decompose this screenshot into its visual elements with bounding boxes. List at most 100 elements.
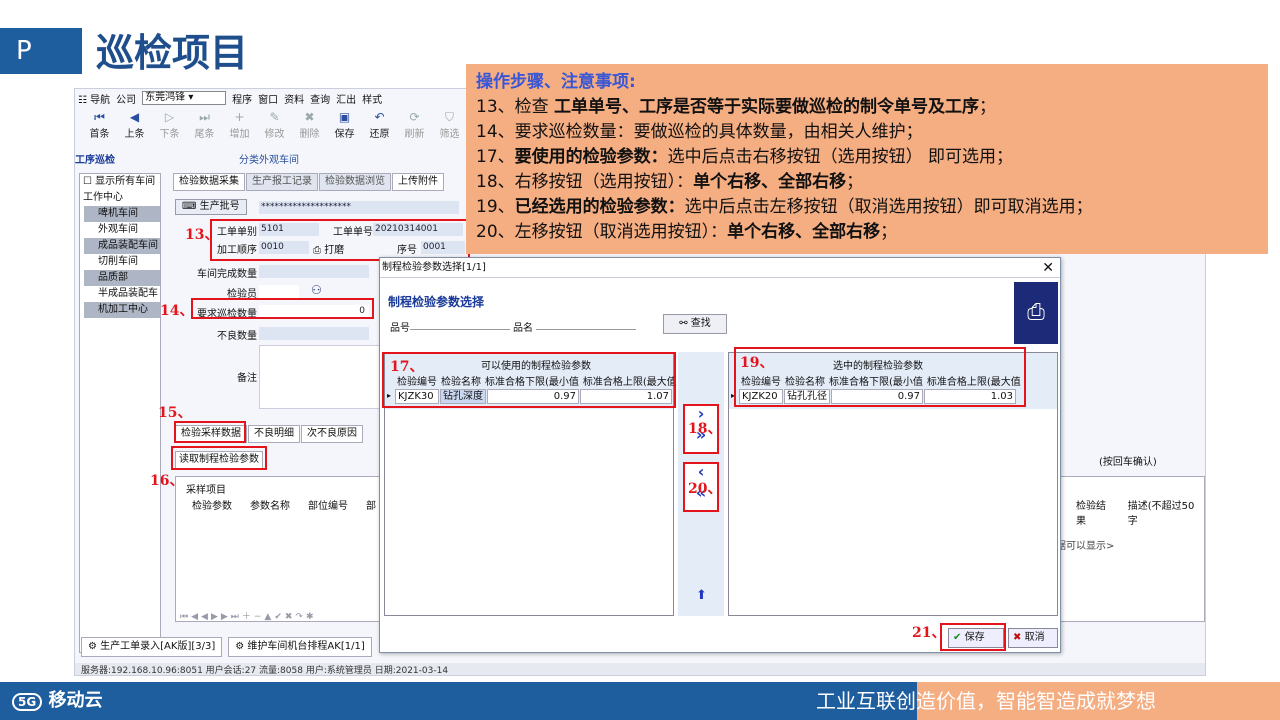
highlight-available [382, 352, 676, 408]
tab-upload-attachment[interactable]: 上传附件 [392, 173, 444, 191]
user-lookup-icon[interactable]: ⚇ [311, 283, 322, 297]
instruction-line: 14、要求巡检数量：要做巡检的具体数量，由相关人维护； [476, 122, 923, 142]
nav-menu[interactable]: ☷ 导航 [78, 91, 110, 106]
add-icon: + [234, 110, 245, 124]
marker-19: 19、 [740, 355, 774, 371]
cancel-dialog-button[interactable]: ✖ 取消 [1008, 628, 1058, 648]
column-header: 参数名称 [250, 501, 290, 512]
first-icon: ⏮ [94, 110, 105, 124]
next-icon: ▷ [164, 110, 175, 124]
search-button[interactable]: ⚯ 查找 [663, 314, 727, 334]
close-icon[interactable]: ✕ [1042, 259, 1054, 277]
last-button[interactable]: ⏭ 尾条 [188, 109, 221, 145]
add-button[interactable]: + 增加 [223, 109, 256, 145]
part-name-label: 品名 [513, 323, 533, 334]
delete-icon: ✖ [304, 110, 315, 124]
highlight-save [940, 623, 1006, 651]
enter-hint: (按回车确认) [1099, 457, 1157, 468]
cancel-icon: ✖ [1013, 632, 1022, 643]
window-tab-schedule[interactable]: ⚙ 维护车间机台排程AK[1/1] [228, 637, 372, 657]
menu-export[interactable]: 汇出 [336, 91, 356, 106]
highlight-selected [734, 347, 1026, 407]
menu-query[interactable]: 查询 [310, 91, 330, 106]
section-title: 工序巡检 [75, 155, 115, 166]
marker-20: 20、 [688, 481, 722, 497]
toolbar: ⏮ 首条 ◀ 上条 ▷ 下条 ⏭ 尾条 + 增加 ✎ 修改 ✖ 删除 ▣ 保存 ↶ 还原 ⟳ 刷新 … [75, 109, 475, 145]
grid-empty-hint: 据可以显示> [1056, 541, 1115, 552]
refresh-button[interactable]: ⟳ 刷新 [398, 109, 431, 145]
tab-inspection-collect[interactable]: 检验数据采集 [173, 173, 245, 191]
workcenter-item[interactable]: 啤机车间 [84, 206, 160, 222]
defect-qty-field[interactable] [259, 327, 369, 340]
part-no-input[interactable] [410, 318, 510, 330]
defect-qty-label: 不良数量 [217, 331, 257, 342]
workcenter-item[interactable]: 半成品装配车 [80, 286, 160, 302]
workcenter-item[interactable]: 工作中心 [80, 190, 160, 206]
tab-inspection-browse[interactable]: 检验数据浏览 [319, 173, 391, 191]
column-header: 描述(不超过50字 [1127, 501, 1195, 527]
workcenter-item[interactable]: 机加工中心 [84, 302, 160, 318]
menu-program[interactable]: 程序 [232, 91, 252, 106]
menu-data[interactable]: 资料 [284, 91, 304, 106]
slide-p-label: P [0, 28, 82, 74]
sample-grid-header: 检验参数 参数名称 部位编号 部 [192, 497, 376, 512]
grid-navigator[interactable]: ⏮◀◀▶▶⏭＋−▲✔✖↷✱ [180, 609, 317, 622]
instruction-line: 19、已经选用的检验参数：选中后点击左移按钮（取消选用按钮）即可取消选用； [476, 197, 1093, 217]
workcenter-panel: ☐ 显示所有车间 工作中心 啤机车间 外观车间 成品装配车间 切削车间 品质部 … [79, 173, 161, 653]
column-header: 检验结果 [1076, 501, 1106, 527]
prev-icon: ◀ [129, 110, 140, 124]
refresh-icon: ⟳ [409, 110, 420, 124]
menu-style[interactable]: 样式 [362, 91, 382, 106]
instruction-line: 18、右移按钮（选用按钮）：单个右移、全部右移； [476, 172, 864, 192]
workcenter-item[interactable]: 外观车间 [80, 222, 160, 238]
workshop-qty-label: 车间完成数量 [197, 269, 257, 280]
marker-13: 13、 [185, 227, 219, 243]
instructions-box: 操作步骤、注意事项: 13、检查 工单单号、工序是否等于实际要做巡检的制令单号及… [466, 64, 1268, 254]
part-no-label: 品号 [390, 323, 410, 334]
edit-icon: ✎ [269, 110, 280, 124]
inspector-field[interactable] [259, 285, 299, 298]
top-tabs: 检验数据采集 生产报工记录 检验数据浏览 上传附件 [173, 173, 445, 191]
tab-defect-detail[interactable]: 不良明细 [248, 425, 300, 443]
first-button[interactable]: ⏮ 首条 [83, 109, 116, 145]
save-button[interactable]: ▣ 保存 [328, 109, 361, 145]
part-name-input[interactable] [536, 318, 636, 330]
workcenter-item[interactable]: 切削车间 [80, 254, 160, 270]
marker-18: 18、 [688, 421, 722, 437]
show-all-checkbox[interactable]: ☐ 显示所有车间 [80, 174, 160, 190]
batch-button[interactable]: ⌨ 生产批号 [175, 199, 247, 215]
company-select[interactable]: 东莞鸿锋 ▾ [142, 91, 227, 105]
arrow-up-icon[interactable]: ⬆ [696, 588, 707, 603]
workshop-qty-field[interactable] [259, 265, 369, 278]
tab-defect-reason[interactable]: 次不良原因 [301, 425, 363, 443]
remark-label: 备注 [237, 373, 257, 384]
batch-field[interactable]: ******************** [259, 201, 459, 214]
filter-icon: ⛉ [444, 110, 454, 124]
menu-window[interactable]: 窗口 [258, 91, 278, 106]
workcenter-item[interactable]: 品质部 [84, 270, 160, 286]
prev-button[interactable]: ◀ 上条 [118, 109, 151, 145]
delete-button[interactable]: ✖ 删除 [293, 109, 326, 145]
brand-logo: 5G 移动云 [12, 688, 102, 715]
filter-button[interactable]: ⛉ 筛选 [433, 109, 466, 145]
tab-production-report[interactable]: 生产报工记录 [246, 173, 318, 191]
edit-button[interactable]: ✎ 修改 [258, 109, 291, 145]
highlight-required-qty [191, 298, 374, 319]
page-title: 巡检项目 [96, 31, 249, 75]
instructions-heading: 操作步骤、注意事项: [476, 72, 636, 92]
status-bar: 服务器:192.168.10.96:8051 用户会话:27 流量:8058 用… [75, 663, 1205, 675]
marker-21: 21、 [912, 625, 946, 641]
printer-icon: ⎙ [1014, 282, 1058, 344]
menubar: ☷ 导航 公司 东莞鸿锋 ▾ 程序 窗口 资料 查询 汇出 样式 [75, 89, 475, 107]
column-header: 部位编号 [308, 501, 348, 512]
dialog-title: 制程检验参数选择[1/1] [380, 258, 1060, 278]
column-header: 部 [366, 501, 376, 512]
next-button[interactable]: ▷ 下条 [153, 109, 186, 145]
window-tabs: ⚙ 生产工单录入[AK版][3/3] ⚙ 维护车间机台排程AK[1/1] [75, 637, 372, 657]
workcenter-item[interactable]: 成品装配车间 [84, 238, 160, 254]
window-tab-work-order[interactable]: ⚙ 生产工单录入[AK版][3/3] [81, 637, 223, 657]
restore-button[interactable]: ↶ 还原 [363, 109, 396, 145]
section-category: 分类外观车间 [239, 155, 299, 166]
slogan: 工业互联创造价值，智能智造成就梦想 [816, 689, 1156, 713]
dialog-heading: 制程检验参数选择 [388, 295, 485, 309]
